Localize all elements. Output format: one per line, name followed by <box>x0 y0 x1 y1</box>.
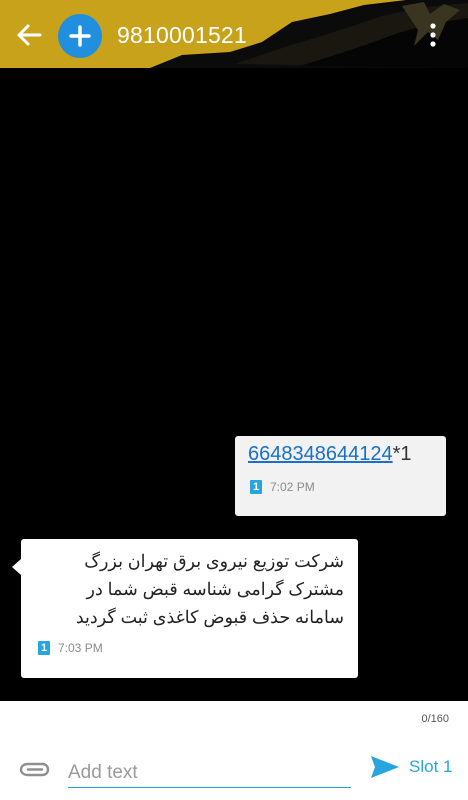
outgoing-message-text: 6648348644124*1 <box>248 443 412 466</box>
message-prefix: 1 <box>400 443 412 465</box>
paperclip-icon[interactable] <box>18 756 50 778</box>
message-timestamp: 7:03 PM <box>58 641 103 655</box>
incoming-message-bubble[interactable]: شرکت توزیع نیروی برق تهران بزرگ مشترک گر… <box>12 539 358 678</box>
character-counter: 0/160 <box>421 713 449 725</box>
outgoing-message-meta: 1 7:02 PM <box>250 480 315 494</box>
add-contact-button[interactable] <box>58 14 102 58</box>
incoming-message-meta: 1 7:03 PM <box>38 641 103 655</box>
send-slot-label: Slot 1 <box>409 757 453 776</box>
send-button[interactable]: Slot 1 <box>369 754 452 780</box>
outgoing-message-bubble[interactable]: 6648348644124*1 1 7:02 PM <box>235 436 446 516</box>
message-timestamp: 7:02 PM <box>270 480 315 494</box>
message-code-link[interactable]: 6648348644124 <box>248 443 393 465</box>
conversation-title: 9810001521 <box>117 22 247 48</box>
conversation-header: 9810001521 <box>0 0 468 68</box>
message-line: شرکت توزیع نیروی برق تهران بزرگ <box>84 551 344 571</box>
message-composer: 0/160 Slot 1 <box>0 701 468 800</box>
send-icon <box>371 756 399 778</box>
sim-slot-badge: 1 <box>38 641 50 655</box>
message-line: سامانه حذف قبوض کاغذی ثبت گردید <box>75 607 344 627</box>
more-options-icon[interactable] <box>421 20 445 50</box>
sim-slot-badge: 1 <box>250 480 262 494</box>
message-line: مشترک گرامی شناسه قبض شما در <box>86 579 344 599</box>
plus-icon <box>69 25 91 47</box>
back-arrow-icon[interactable] <box>14 20 44 50</box>
incoming-message-text: شرکت توزیع نیروی برق تهران بزرگ مشترک گر… <box>34 547 344 631</box>
message-input[interactable] <box>68 759 351 788</box>
